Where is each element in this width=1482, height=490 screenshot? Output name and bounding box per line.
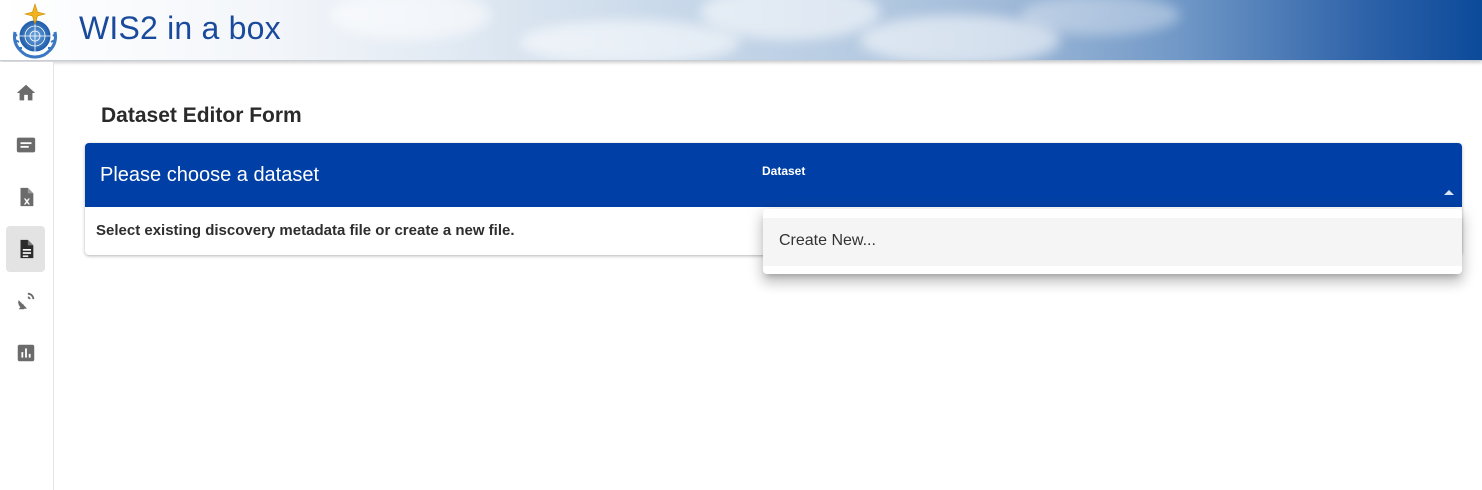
- dataset-dropdown-menu: Create New...: [763, 209, 1462, 274]
- card-instructions: Select existing discovery metadata file …: [96, 222, 515, 239]
- dropdown-option-create-new[interactable]: Create New...: [763, 218, 1462, 266]
- dataset-select-label[interactable]: Dataset: [762, 164, 805, 178]
- sidebar-item-messages[interactable]: [6, 122, 45, 168]
- page-title: Dataset Editor Form: [101, 104, 302, 127]
- card-title: Please choose a dataset: [100, 164, 320, 186]
- sidebar-item-monitoring[interactable]: [6, 330, 45, 376]
- svg-text:X: X: [23, 196, 30, 206]
- sidebar-nav: X: [0, 62, 54, 490]
- dropdown-option-label: Create New...: [779, 232, 876, 249]
- app-header: WIS2 in a box: [0, 0, 1482, 61]
- app-title: WIS2 in a box: [79, 10, 281, 46]
- document-icon: [20, 239, 33, 259]
- message-icon: [16, 137, 35, 153]
- satellite-dish-icon: [17, 292, 34, 310]
- sidebar-item-csv-data[interactable]: X: [6, 174, 45, 220]
- sidebar-item-home[interactable]: [6, 70, 45, 116]
- sidebar-item-dataset-editor[interactable]: [6, 226, 45, 272]
- csv-file-icon: X: [20, 187, 33, 206]
- sidebar-item-stations[interactable]: [6, 278, 45, 324]
- home-icon: [16, 84, 35, 101]
- dataset-select-caret-icon[interactable]: [1444, 190, 1454, 195]
- wmo-logo: [13, 2, 57, 59]
- card-header: Please choose a dataset Dataset: [85, 143, 1462, 207]
- bar-chart-icon: [17, 344, 34, 362]
